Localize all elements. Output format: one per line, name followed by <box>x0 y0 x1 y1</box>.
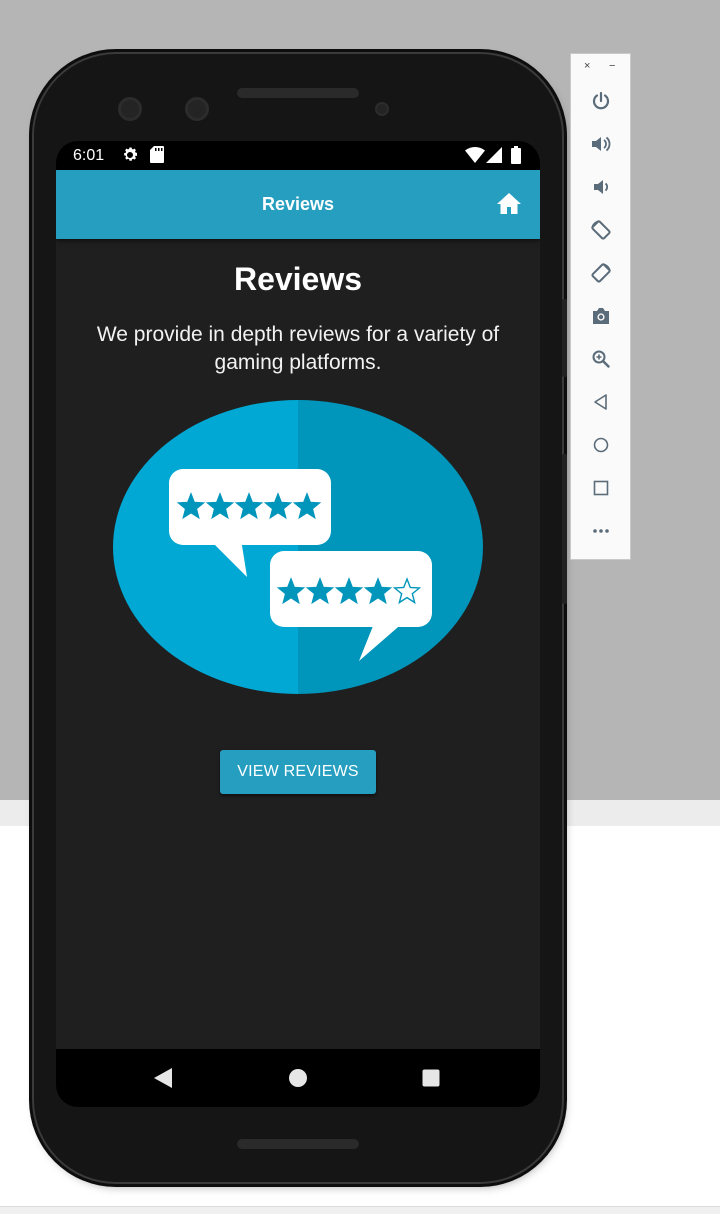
toolbar-back-icon[interactable] <box>571 386 630 418</box>
toolbar-minimize-button[interactable]: − <box>609 60 615 72</box>
toolbar-close-button[interactable]: × <box>584 60 590 72</box>
back-icon[interactable] <box>153 1067 173 1094</box>
earpiece-speaker <box>237 88 359 98</box>
settings-icon <box>121 146 139 169</box>
battery-icon <box>511 146 521 169</box>
front-camera-left <box>118 97 142 121</box>
proximity-sensor <box>375 102 389 116</box>
rotate-left-icon[interactable] <box>571 214 630 246</box>
volume-side-button[interactable] <box>562 454 567 604</box>
status-time: 6:01 <box>73 147 105 164</box>
page-heading: Reviews <box>233 261 363 297</box>
toolbar-home-icon[interactable] <box>571 429 630 461</box>
home-circle-icon[interactable] <box>288 1067 308 1094</box>
home-icon[interactable] <box>496 192 522 216</box>
signal-icon <box>486 147 502 168</box>
reviews-illustration <box>113 399 483 700</box>
more-icon[interactable] <box>571 515 630 547</box>
bottom-speaker <box>237 1139 359 1149</box>
camera-icon[interactable] <box>571 300 630 332</box>
recents-icon[interactable] <box>421 1067 441 1094</box>
view-reviews-button[interactable]: VIEW REVIEWS <box>220 750 376 794</box>
page-description: We provide in depth reviews for a variet… <box>96 323 500 374</box>
nav-bar <box>56 1049 540 1107</box>
phone-screen: 6:01 Reviews Reviews We provide in depth… <box>56 141 540 1107</box>
emulator-toolbar: × − <box>570 53 631 560</box>
volume-up-icon[interactable] <box>571 128 630 160</box>
front-camera-right <box>185 97 209 121</box>
rotate-right-icon[interactable] <box>571 257 630 289</box>
sd-card-icon <box>150 146 164 168</box>
app-bar: Reviews <box>56 170 540 239</box>
wifi-icon <box>465 147 485 168</box>
power-icon[interactable] <box>571 85 630 117</box>
zoom-icon[interactable] <box>571 343 630 375</box>
overview-icon[interactable] <box>571 472 630 504</box>
power-side-button[interactable] <box>562 299 567 377</box>
status-bar: 6:01 <box>56 141 540 170</box>
volume-down-icon[interactable] <box>571 171 630 203</box>
app-bar-title: Reviews <box>261 194 335 214</box>
